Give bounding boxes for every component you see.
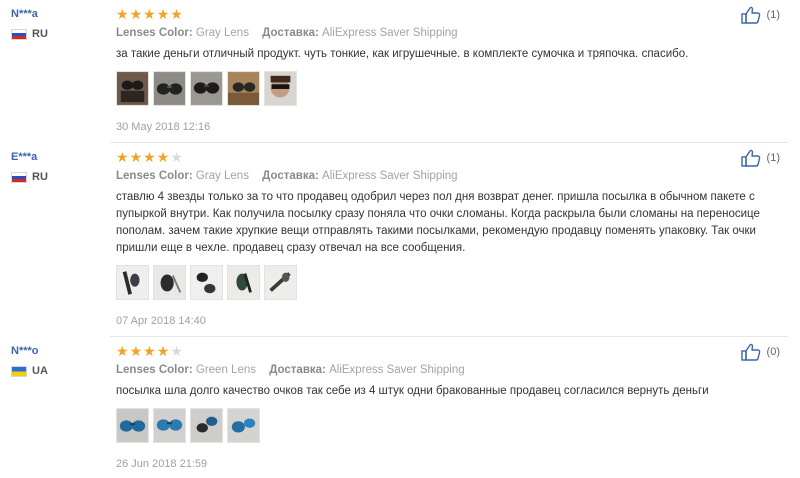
order-attributes: Lenses Color: Green Lens Доставка: AliEx… bbox=[116, 363, 766, 377]
attr-value: Green Lens bbox=[195, 364, 256, 376]
attr-value: Gray Lens bbox=[195, 170, 249, 182]
review-item: N***a RU ★ ★ ★ ★ ★ Lenses Color: Gray Le… bbox=[0, 0, 800, 143]
like-button[interactable]: (1) bbox=[740, 6, 780, 24]
star-icon: ★ bbox=[170, 149, 183, 165]
thumbs-up-icon[interactable] bbox=[740, 6, 761, 24]
reviewer-name[interactable]: E***a bbox=[11, 150, 106, 164]
review-photo[interactable] bbox=[190, 408, 223, 443]
star-icon: ★ bbox=[170, 343, 183, 359]
review-photo[interactable] bbox=[227, 265, 260, 300]
review-content: ★ ★ ★ ★ ★ Lenses Color: Green Lens Доста… bbox=[116, 344, 766, 471]
order-attributes: Lenses Color: Gray Lens Доставка: AliExp… bbox=[116, 169, 766, 183]
reviews-list: N***a RU ★ ★ ★ ★ ★ Lenses Color: Gray Le… bbox=[0, 0, 800, 478]
reviewer-name[interactable]: N***a bbox=[11, 7, 106, 21]
review-photos bbox=[116, 265, 766, 300]
country-code: UA bbox=[32, 365, 48, 377]
attr-label: Доставка: bbox=[262, 27, 319, 39]
attr-label: Lenses Color: bbox=[116, 364, 193, 376]
attr-label: Доставка: bbox=[262, 170, 319, 182]
like-button[interactable]: (0) bbox=[740, 343, 780, 361]
attr-label: Lenses Color: bbox=[116, 170, 193, 182]
star-rating: ★ ★ ★ ★ ★ bbox=[116, 150, 766, 164]
russia-flag-icon bbox=[11, 28, 27, 40]
star-icon: ★ bbox=[143, 6, 156, 22]
review-date: 30 May 2018 12:16 bbox=[116, 121, 211, 133]
star-icon: ★ bbox=[170, 6, 183, 22]
attr-label: Доставка: bbox=[269, 364, 326, 376]
reviewer-country: RU bbox=[11, 28, 106, 40]
review-photo[interactable] bbox=[116, 265, 149, 300]
like-button[interactable]: (1) bbox=[740, 149, 780, 167]
attr-label: Lenses Color: bbox=[116, 27, 193, 39]
star-icon: ★ bbox=[143, 149, 156, 165]
like-count: (0) bbox=[766, 346, 780, 358]
review-photo[interactable] bbox=[190, 71, 223, 106]
attr-value: AliExpress Saver Shipping bbox=[322, 170, 458, 182]
review-text: за такие деньги отличный продукт. чуть т… bbox=[116, 48, 689, 60]
star-icon: ★ bbox=[156, 149, 170, 165]
like-count: (1) bbox=[766, 9, 780, 21]
like-count: (1) bbox=[766, 152, 780, 164]
review-photo[interactable] bbox=[116, 71, 149, 106]
review-item: E***a RU ★ ★ ★ ★ ★ Lenses Color: Gray Le… bbox=[0, 143, 800, 337]
country-code: RU bbox=[32, 28, 48, 40]
review-photo[interactable] bbox=[153, 71, 186, 106]
review-text: ставлю 4 звезды только за то что продаве… bbox=[116, 191, 760, 254]
attr-value: AliExpress Saver Shipping bbox=[322, 27, 458, 39]
reviewer-country: UA bbox=[11, 365, 106, 377]
country-code: RU bbox=[32, 171, 48, 183]
thumbs-up-icon[interactable] bbox=[740, 343, 761, 361]
review-content: ★ ★ ★ ★ ★ Lenses Color: Gray Lens Достав… bbox=[116, 7, 766, 134]
reviewer-country: RU bbox=[11, 171, 106, 183]
star-icon: ★ bbox=[116, 149, 129, 165]
reviewer-info: E***a RU bbox=[11, 150, 106, 183]
star-icon: ★ bbox=[116, 6, 129, 22]
reviewer-info: N***o UA bbox=[11, 344, 106, 377]
review-content: ★ ★ ★ ★ ★ Lenses Color: Gray Lens Достав… bbox=[116, 150, 766, 328]
star-icon: ★ bbox=[156, 343, 170, 359]
review-item: N***o UA ★ ★ ★ ★ ★ Lenses Color: Green L… bbox=[0, 337, 800, 478]
review-photo[interactable] bbox=[227, 71, 260, 106]
review-text: посылка шла долго качество очков так себ… bbox=[116, 385, 709, 397]
review-date: 07 Apr 2018 14:40 bbox=[116, 315, 206, 327]
review-photo[interactable] bbox=[116, 408, 149, 443]
ukraine-flag-icon bbox=[11, 365, 27, 377]
star-rating: ★ ★ ★ ★ ★ bbox=[116, 7, 766, 21]
review-photos bbox=[116, 71, 766, 106]
russia-flag-icon bbox=[11, 171, 27, 183]
order-attributes: Lenses Color: Gray Lens Доставка: AliExp… bbox=[116, 26, 766, 40]
thumbs-up-icon[interactable] bbox=[740, 149, 761, 167]
star-icon: ★ bbox=[116, 343, 129, 359]
review-photo[interactable] bbox=[190, 265, 223, 300]
review-date: 26 Jun 2018 21:59 bbox=[116, 458, 208, 470]
review-photo[interactable] bbox=[227, 408, 260, 443]
star-icon: ★ bbox=[156, 6, 170, 22]
review-photos bbox=[116, 408, 766, 443]
reviewer-info: N***a RU bbox=[11, 7, 106, 40]
review-photo[interactable] bbox=[264, 71, 297, 106]
star-rating: ★ ★ ★ ★ ★ bbox=[116, 344, 766, 358]
attr-value: Gray Lens bbox=[195, 27, 249, 39]
star-icon: ★ bbox=[129, 6, 143, 22]
attr-value: AliExpress Saver Shipping bbox=[329, 364, 465, 376]
star-icon: ★ bbox=[143, 343, 156, 359]
review-photo[interactable] bbox=[153, 408, 186, 443]
review-photo[interactable] bbox=[264, 265, 297, 300]
review-photo[interactable] bbox=[153, 265, 186, 300]
star-icon: ★ bbox=[129, 343, 143, 359]
star-icon: ★ bbox=[129, 149, 143, 165]
reviewer-name[interactable]: N***o bbox=[11, 344, 106, 358]
